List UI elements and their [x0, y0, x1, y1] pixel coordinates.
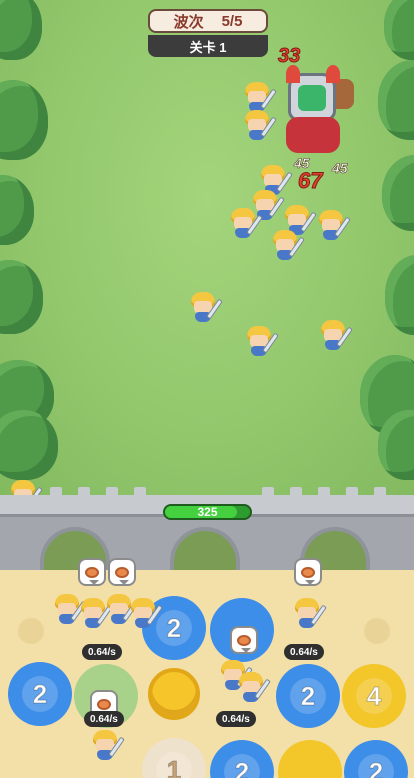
- production-rate-label: 0.64/s: [284, 644, 324, 660]
- soldier-unit: [318, 320, 353, 352]
- wave-hud: 波次 5/5 关卡 1: [148, 9, 268, 57]
- production-rate-label: 0.64/s: [84, 711, 124, 727]
- soldier-unit[interactable]: [90, 730, 125, 762]
- boss-enemy: [268, 65, 358, 155]
- boss-damage-number: 33: [277, 45, 301, 68]
- level-label: 关卡 1: [148, 35, 268, 57]
- merge-gear[interactable]: 2: [2, 656, 78, 732]
- meat-bubble-icon: [294, 558, 322, 586]
- merge-gear[interactable]: 2: [270, 658, 346, 734]
- soldier-unit: [270, 230, 305, 262]
- merge-gear[interactable]: 4: [336, 658, 412, 734]
- soldier-unit: [242, 110, 277, 142]
- production-rate-label: 0.64/s: [216, 711, 256, 727]
- meat-bubble-icon: [78, 558, 106, 586]
- damage-number-small: 45: [332, 160, 348, 177]
- meat-bubble-icon: [108, 558, 136, 586]
- damage-number-small: 45: [294, 155, 310, 172]
- soldier-unit: [244, 326, 279, 358]
- soldier-unit[interactable]: [128, 598, 163, 630]
- wave-label: 波次: [173, 13, 204, 31]
- soldier-unit: [188, 292, 223, 324]
- wave-value: 5/5: [221, 12, 243, 30]
- meat-bubble-icon: [230, 626, 258, 654]
- coin-icon[interactable]: [148, 668, 200, 720]
- damage-number-big: 67: [297, 168, 323, 194]
- soldier-unit: [316, 210, 351, 242]
- wave-indicator: 波次 5/5: [148, 9, 268, 33]
- soldier-unit[interactable]: [236, 672, 271, 704]
- soldier-unit: [228, 208, 263, 240]
- soldier-unit[interactable]: [292, 598, 327, 630]
- wall-hp-value: 325: [197, 505, 218, 519]
- wall-hp-bar: 325: [163, 504, 252, 520]
- production-rate-label: 0.64/s: [82, 644, 122, 660]
